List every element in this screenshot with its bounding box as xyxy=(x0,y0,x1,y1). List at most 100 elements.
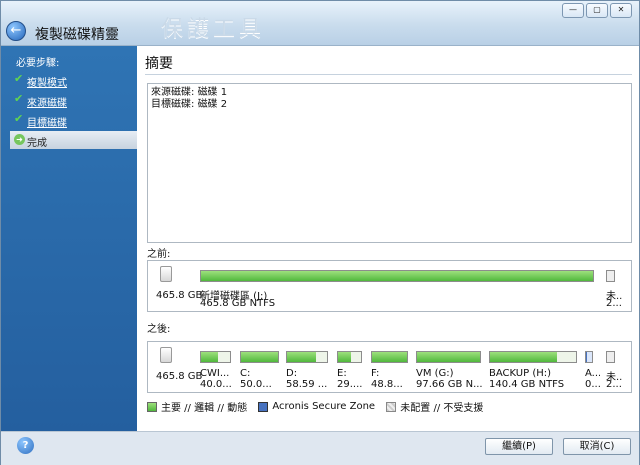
partition-name: F: xyxy=(371,368,380,379)
partition-usage-fill xyxy=(372,352,407,362)
sidebar-step-target-disk[interactable]: ✔ 目標磁碟 xyxy=(10,113,137,129)
partition-legend: 主要 // 邏輯 // 動態 Acronis Secure Zone 未配置 /… xyxy=(147,399,627,415)
window-title: 複製磁碟精靈 xyxy=(35,27,119,43)
partition-backup-h[interactable]: BACKUP (H:) 140.4 GB NTFS xyxy=(489,344,580,390)
partition-detail: 48.8... xyxy=(371,379,403,390)
after-label: 之後: xyxy=(147,324,171,335)
partition-new-volume[interactable]: 新增磁碟區 (J:) 465.8 GB NTFS xyxy=(200,263,599,309)
partition-usage-bar xyxy=(606,270,615,282)
partition-usage-fill xyxy=(417,352,480,362)
primary-legend-label: 主要 // 邏輯 // 動態 xyxy=(161,403,248,414)
unallocated-legend-label: 未配置 // 不受支援 xyxy=(400,403,484,414)
check-icon: ✔ xyxy=(14,112,24,125)
partition-detail: 97.66 GB N... xyxy=(416,379,483,390)
partition-detail: 0... xyxy=(585,379,600,390)
cancel-button[interactable]: 取消(C) xyxy=(563,438,631,455)
check-icon: ✔ xyxy=(14,92,24,105)
partition-name: CWI... xyxy=(200,368,230,379)
sidebar-step-finish[interactable]: ➜ 完成 xyxy=(10,131,137,149)
partition-c[interactable]: C: 50.0... xyxy=(240,344,282,390)
disk-summary: 465.8 GB xyxy=(156,347,202,387)
maximize-button[interactable]: ▢ xyxy=(586,3,608,18)
partition-usage-bar xyxy=(371,351,408,363)
page-title: 摘要 xyxy=(145,56,173,72)
source-summary-line: 來源磁碟: 磁碟 1 xyxy=(151,87,628,99)
partition-detail: 140.4 GB NTFS xyxy=(489,379,565,390)
sidebar-step-label: 複製模式 xyxy=(27,78,67,89)
partition-e[interactable]: E: 29.... xyxy=(337,344,365,390)
partition-usage-bar xyxy=(200,270,594,282)
partition-usage-bar xyxy=(416,351,481,363)
title-divider xyxy=(145,74,632,75)
partition-name: BACKUP (H:) xyxy=(489,368,552,379)
partition-usage-bar xyxy=(606,351,615,363)
partition-detail: 2... xyxy=(606,379,622,390)
secure-zone-legend-label: Acronis Secure Zone xyxy=(272,401,376,412)
partition-unallocated[interactable]: 未... 2... xyxy=(606,344,622,390)
partition-vm-g[interactable]: VM (G:) 97.66 GB N... xyxy=(416,344,484,390)
disk-size: 465.8 GB xyxy=(156,371,203,382)
partition-d[interactable]: D: 58.59 ... xyxy=(286,344,331,390)
partition-usage-fill xyxy=(201,352,218,362)
partition-detail: 29.... xyxy=(337,379,363,390)
partition-usage-bar xyxy=(489,351,577,363)
source-value: 磁碟 1 xyxy=(197,87,228,98)
partition-usage-bar xyxy=(286,351,328,363)
partition-acronis[interactable]: A... 0... xyxy=(585,344,600,390)
partition-usage-fill xyxy=(241,352,278,362)
partition-detail: 2... xyxy=(606,298,622,309)
partition-name: VM (G:) xyxy=(416,368,454,379)
arrow-right-icon: ➜ xyxy=(14,134,25,145)
steps-heading: 必要步驟: xyxy=(16,58,60,69)
partition-name: E: xyxy=(337,368,347,379)
partition-usage-fill xyxy=(338,352,351,362)
partition-usage-fill xyxy=(586,352,588,362)
target-summary-line: 目標磁碟: 磁碟 2 xyxy=(151,99,628,111)
summary-content: 摘要 來源磁碟: 磁碟 1 目標磁碟: 磁碟 2 之前: 465.8 GB 新增… xyxy=(137,46,639,431)
sidebar-step-copy-mode[interactable]: ✔ 複製模式 xyxy=(10,73,137,89)
target-label: 目標磁碟: xyxy=(151,99,195,110)
partition-usage-bar xyxy=(240,351,279,363)
sidebar-step-source-disk[interactable]: ✔ 來源磁碟 xyxy=(10,93,137,109)
minimize-button[interactable]: — xyxy=(562,3,584,18)
wizard-footer: ? 繼續(P) 取消(C) xyxy=(1,431,639,465)
partition-usage-fill xyxy=(201,271,593,281)
back-arrow-button[interactable]: ← xyxy=(6,21,26,41)
source-label: 來源磁碟: xyxy=(151,87,195,98)
disk-size: 465.8 GB xyxy=(156,290,203,301)
before-disk-panel: 465.8 GB 新增磁碟區 (J:) 465.8 GB NTFS 未... 2… xyxy=(147,260,632,312)
wizard-sidebar: 必要步驟: ✔ 複製模式 ✔ 來源磁碟 ✔ 目標磁碟 ➜ 完成 xyxy=(1,46,137,431)
partition-name: D: xyxy=(286,368,298,379)
partition-detail: 50.0... xyxy=(240,379,272,390)
partition-f[interactable]: F: 48.8... xyxy=(371,344,411,390)
summary-textbox: 來源磁碟: 磁碟 1 目標磁碟: 磁碟 2 xyxy=(147,83,632,243)
partition-name: A... xyxy=(585,368,600,379)
partition-usage-bar xyxy=(337,351,362,363)
title-bar: ← 複製磁碟精靈 保護工具 — ▢ ✕ xyxy=(1,1,639,46)
after-disk-panel: 465.8 GB CWI... 40.0... C: 50.0... D: 58… xyxy=(147,341,632,393)
partition-usage-bar xyxy=(200,351,231,363)
partition-cwi[interactable]: CWI... 40.0... xyxy=(200,344,234,390)
background-product-title: 保護工具 xyxy=(161,17,266,42)
check-icon: ✔ xyxy=(14,72,24,85)
partition-name: C: xyxy=(240,368,251,379)
disk-summary: 465.8 GB xyxy=(156,266,202,306)
before-label: 之前: xyxy=(147,249,171,260)
partition-detail: 58.59 ... xyxy=(286,379,328,390)
partition-usage-fill xyxy=(287,352,316,362)
partition-usage-fill xyxy=(490,352,558,362)
continue-button[interactable]: 繼續(P) xyxy=(485,438,553,455)
help-button[interactable]: ? xyxy=(17,437,34,454)
hard-drive-icon xyxy=(160,347,172,363)
close-button[interactable]: ✕ xyxy=(610,3,632,18)
sidebar-step-label: 完成 xyxy=(27,138,47,149)
partition-detail: 465.8 GB NTFS xyxy=(200,298,276,309)
sidebar-step-label: 目標磁碟 xyxy=(27,118,67,129)
sidebar-step-label: 來源磁碟 xyxy=(27,98,67,109)
target-value: 磁碟 2 xyxy=(197,99,228,110)
secure-zone-swatch xyxy=(258,401,269,412)
partition-unallocated[interactable]: 未... 2... xyxy=(606,263,622,309)
partition-usage-bar xyxy=(585,351,593,363)
hard-drive-icon xyxy=(160,266,172,282)
primary-partition-swatch xyxy=(147,401,157,412)
